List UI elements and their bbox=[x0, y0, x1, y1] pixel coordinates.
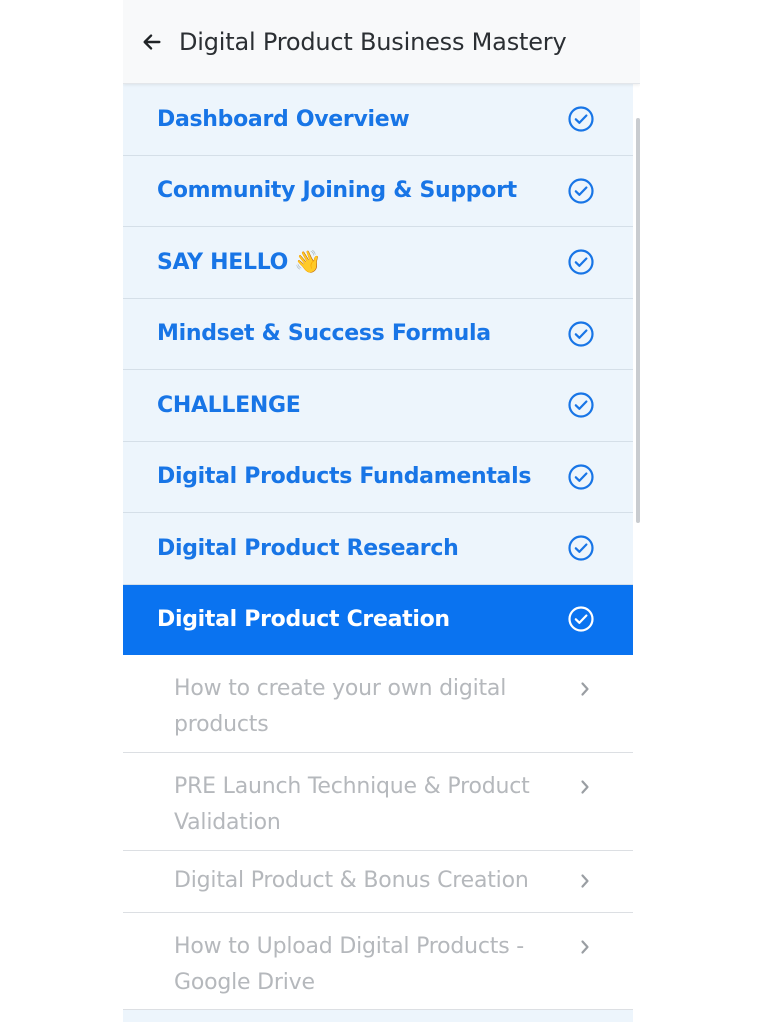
lesson-label: How to create your own digital products bbox=[174, 675, 507, 737]
module-list-scroll[interactable]: Dashboard Overview Community Joining & S… bbox=[123, 84, 640, 1024]
module-label: SAY HELLO 👋 bbox=[157, 250, 567, 275]
chevron-right-icon bbox=[581, 779, 589, 794]
module-label: CHALLENGE bbox=[157, 392, 301, 418]
module-item-community-joining[interactable]: Community Joining & Support bbox=[123, 155, 633, 227]
chevron-right-icon bbox=[581, 681, 589, 696]
check-circle-icon bbox=[568, 464, 594, 490]
module-item-dashboard-overview[interactable]: Dashboard Overview bbox=[123, 84, 633, 156]
module-list: Dashboard Overview Community Joining & S… bbox=[123, 84, 633, 1022]
lesson-item[interactable]: How to create your own digital products bbox=[123, 654, 633, 753]
course-title: Digital Product Business Mastery bbox=[179, 27, 567, 56]
check-circle-icon bbox=[568, 106, 594, 132]
lesson-item[interactable]: Digital Product & Bonus Creation bbox=[123, 850, 633, 913]
check-circle-icon bbox=[568, 178, 594, 204]
scrollbar-thumb[interactable] bbox=[636, 118, 640, 523]
lesson-item[interactable]: How to Upload Digital Products - Google … bbox=[123, 912, 633, 1010]
module-item-challenge[interactable]: CHALLENGE bbox=[123, 370, 633, 442]
check-circle-icon bbox=[568, 321, 594, 347]
lesson-label: How to Upload Digital Products - Google … bbox=[174, 933, 525, 995]
module-item-say-hello[interactable]: SAY HELLO 👋 bbox=[123, 227, 633, 299]
module-label: Digital Product Research bbox=[157, 535, 459, 561]
arrow-left-icon bbox=[143, 33, 161, 50]
check-circle-icon bbox=[568, 249, 594, 275]
course-sidebar: Digital Product Business Mastery Dashboa… bbox=[123, 0, 640, 1024]
module-item-creation-active[interactable]: Digital Product Creation bbox=[123, 584, 633, 655]
module-label: Digital Product Creation bbox=[157, 606, 450, 632]
lesson-item[interactable]: PRE Launch Technique & Product Validatio… bbox=[123, 752, 633, 851]
back-button[interactable]: Digital Product Business Mastery bbox=[141, 27, 567, 56]
chevron-right-icon bbox=[581, 939, 589, 954]
chevron-right-icon bbox=[581, 873, 589, 888]
module-item-research[interactable]: Digital Product Research bbox=[123, 513, 633, 585]
lesson-label: PRE Launch Technique & Product Validatio… bbox=[174, 773, 530, 835]
module-label: Dashboard Overview bbox=[157, 106, 410, 132]
module-label: Community Joining & Support bbox=[157, 178, 517, 204]
module-label: Digital Products Fundamentals bbox=[157, 464, 532, 490]
lesson-label: Digital Product & Bonus Creation bbox=[174, 867, 529, 893]
check-circle-icon bbox=[568, 392, 594, 418]
header-bar: Digital Product Business Mastery bbox=[123, 0, 640, 84]
module-label: Mindset & Success Formula bbox=[157, 321, 491, 347]
check-circle-icon bbox=[568, 606, 594, 632]
check-circle-icon bbox=[568, 535, 594, 561]
module-item-fundamentals[interactable]: Digital Products Fundamentals bbox=[123, 441, 633, 513]
next-module-edge bbox=[123, 1009, 633, 1022]
waving-hand-icon: 👋 bbox=[294, 249, 322, 275]
module-label-text: SAY HELLO bbox=[157, 249, 289, 275]
module-item-mindset[interactable]: Mindset & Success Formula bbox=[123, 298, 633, 370]
